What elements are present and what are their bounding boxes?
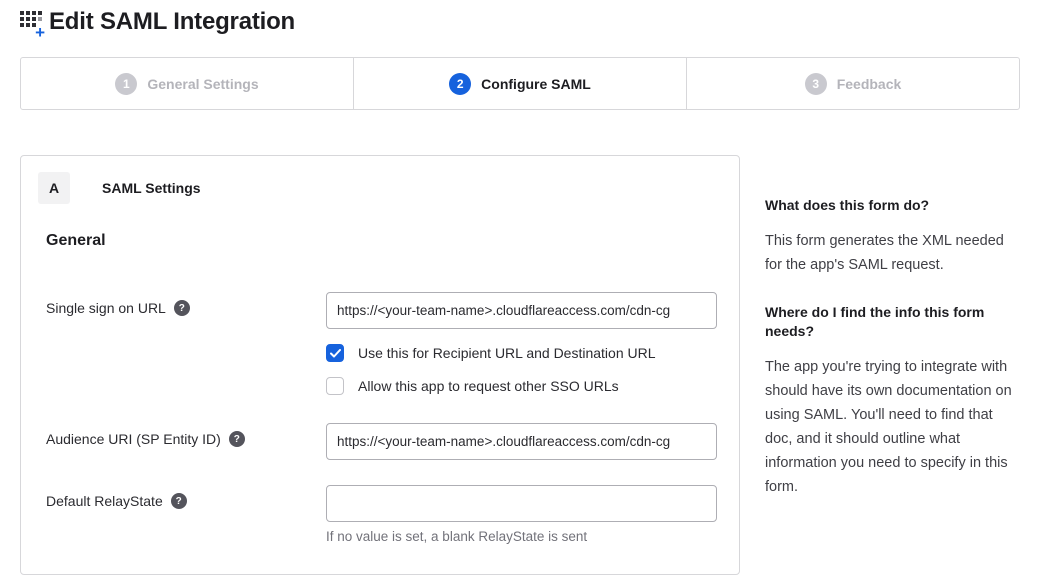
sso-url-input[interactable] bbox=[326, 292, 717, 329]
help-heading-what: What does this form do? bbox=[765, 196, 1020, 215]
help-body-what: This form generates the XML needed for t… bbox=[765, 229, 1020, 277]
plus-glyph: + bbox=[35, 24, 45, 41]
help-body-where: The app you're trying to integrate with … bbox=[765, 355, 1020, 499]
recipient-url-checkbox-label: Use this for Recipient URL and Destinati… bbox=[358, 345, 656, 361]
relay-state-input[interactable] bbox=[326, 485, 717, 522]
panel-title: SAML Settings bbox=[102, 180, 201, 196]
general-section-heading: General bbox=[46, 232, 739, 250]
help-sidebar: What does this form do? This form genera… bbox=[765, 196, 1020, 525]
other-sso-urls-checkbox[interactable] bbox=[326, 377, 344, 395]
sso-url-label: Single sign on URL bbox=[46, 300, 166, 316]
step-label: Feedback bbox=[837, 76, 902, 92]
audience-uri-row: Audience URI (SP Entity ID) ? bbox=[46, 423, 739, 460]
step-general-settings[interactable]: 1 General Settings bbox=[21, 58, 353, 109]
relay-state-helper-text: If no value is set, a blank RelayState i… bbox=[326, 529, 717, 544]
recipient-url-checkbox-row: Use this for Recipient URL and Destinati… bbox=[326, 344, 717, 362]
page-title: Edit SAML Integration bbox=[49, 8, 295, 36]
relay-state-label: Default RelayState bbox=[46, 493, 163, 509]
sso-url-row: Single sign on URL ? Use this for Recipi… bbox=[46, 292, 739, 395]
step-label: Configure SAML bbox=[481, 76, 591, 92]
check-icon bbox=[330, 349, 341, 358]
step-wizard: 1 General Settings 2 Configure SAML 3 Fe… bbox=[20, 57, 1020, 110]
step-feedback[interactable]: 3 Feedback bbox=[686, 58, 1019, 109]
relay-state-help-icon[interactable]: ? bbox=[171, 493, 187, 509]
page-header: + Edit SAML Integration bbox=[20, 8, 295, 36]
recipient-url-checkbox[interactable] bbox=[326, 344, 344, 362]
step-label: General Settings bbox=[147, 76, 258, 92]
app-grid-plus-icon: + bbox=[20, 11, 46, 35]
other-sso-urls-checkbox-label: Allow this app to request other SSO URLs bbox=[358, 378, 619, 394]
audience-uri-input[interactable] bbox=[326, 423, 717, 460]
other-sso-urls-checkbox-row: Allow this app to request other SSO URLs bbox=[326, 377, 717, 395]
audience-uri-help-icon[interactable]: ? bbox=[229, 431, 245, 447]
panel-header: A SAML Settings bbox=[21, 156, 739, 204]
audience-uri-label: Audience URI (SP Entity ID) bbox=[46, 431, 221, 447]
step-number-badge: 2 bbox=[449, 73, 471, 95]
step-number-badge: 3 bbox=[805, 73, 827, 95]
sso-url-help-icon[interactable]: ? bbox=[174, 300, 190, 316]
step-configure-saml[interactable]: 2 Configure SAML bbox=[353, 58, 686, 109]
saml-settings-panel: A SAML Settings General Single sign on U… bbox=[20, 155, 740, 575]
help-heading-where: Where do I find the info this form needs… bbox=[765, 303, 1020, 341]
section-a-badge: A bbox=[38, 172, 70, 204]
step-number-badge: 1 bbox=[115, 73, 137, 95]
